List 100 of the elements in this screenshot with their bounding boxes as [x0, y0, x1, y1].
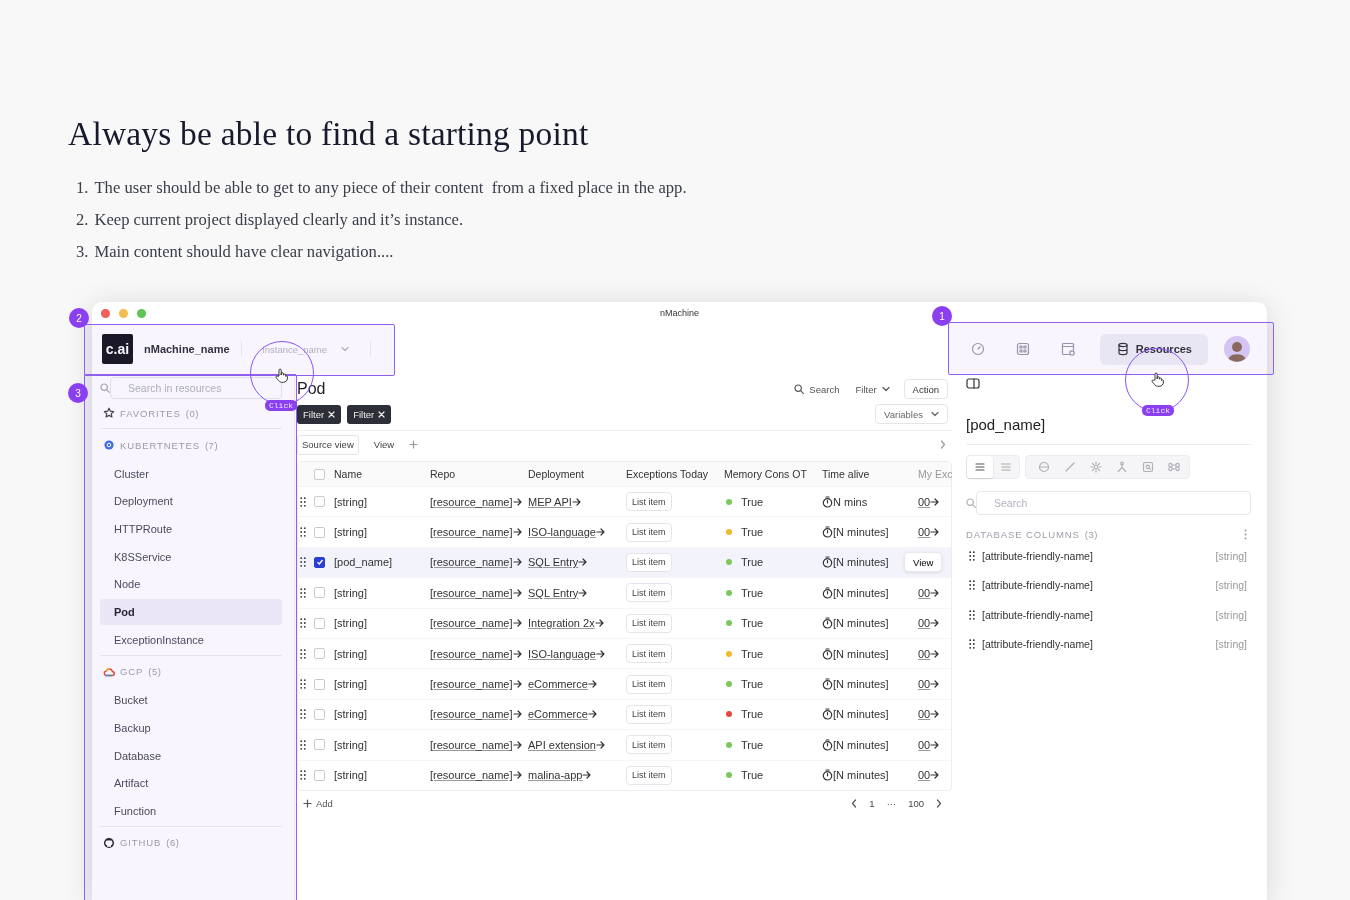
more-vertical-icon[interactable] — [1244, 528, 1247, 540]
minus-circle-icon[interactable] — [1038, 461, 1050, 473]
view-tab[interactable]: View — [368, 434, 400, 455]
sidebar-item[interactable]: Node — [100, 571, 282, 598]
gauge-icon — [971, 342, 986, 356]
list-item-button[interactable]: List item — [626, 644, 672, 664]
page-link[interactable]: 1 — [869, 798, 875, 810]
filter-dropdown[interactable]: Filter — [853, 383, 892, 395]
repo-link[interactable]: [resource_name] — [430, 708, 513, 721]
deployment-link[interactable]: eCommerce — [528, 678, 588, 691]
branch-icon[interactable] — [1116, 461, 1128, 473]
list-item-button[interactable]: List item — [626, 735, 672, 755]
deployment-link[interactable]: Integration 2x — [528, 617, 595, 630]
count-link[interactable]: 00 — [918, 586, 931, 599]
time-text: [N minutes] — [833, 647, 889, 660]
chevron-right-icon[interactable] — [936, 799, 942, 809]
repo-link[interactable]: [resource_name] — [430, 738, 513, 751]
repo-link[interactable]: [resource_name] — [430, 526, 513, 539]
list-item-button[interactable]: List item — [626, 704, 672, 724]
plus-icon[interactable] — [409, 440, 419, 449]
repo-link[interactable]: [resource_name] — [430, 647, 513, 660]
sidebar-item[interactable]: Function — [100, 797, 282, 824]
repo-link[interactable]: [resource_name] — [430, 617, 513, 630]
table-row[interactable]: [pod_name] [resource_name] SQL Entry List item True [N minutes] View — [298, 547, 951, 579]
view-button[interactable]: View — [904, 552, 943, 573]
deployment-link[interactable]: ISO-language — [528, 526, 596, 539]
table-row[interactable]: [string] [resource_name] eCommerce List item True [N minutes] 00 — [298, 669, 951, 700]
sidebar-item[interactable]: Backup — [100, 714, 282, 741]
repo-link[interactable]: [resource_name] — [430, 556, 513, 569]
sidebar-item[interactable]: Artifact — [100, 770, 282, 797]
chevron-left-icon[interactable] — [851, 799, 858, 809]
panel-toggle-icon[interactable] — [966, 378, 980, 389]
count-link[interactable]: 00 — [918, 617, 931, 630]
sidebar-item[interactable]: Bucket — [100, 687, 282, 714]
view-tab[interactable]: Source view — [297, 434, 359, 455]
stopwatch-icon — [822, 526, 833, 539]
sidebar-item[interactable]: Database — [100, 742, 282, 769]
count-link[interactable]: 00 — [918, 526, 931, 539]
table-row[interactable]: [string] [resource_name] API extension List item True [N minutes] 00 — [298, 730, 951, 761]
list-item-button[interactable]: List item — [626, 674, 672, 694]
table-row[interactable]: [string] [resource_name] malina-app List item True [N minutes] 00 — [298, 760, 951, 790]
arrow-right-icon — [512, 497, 522, 506]
sidebar-item[interactable]: Deployment — [100, 488, 282, 515]
action-button[interactable]: Action — [903, 379, 948, 399]
filter-chip[interactable]: Filter — [347, 404, 392, 424]
repo-link[interactable]: [resource_name] — [430, 769, 513, 782]
resources-tab[interactable]: Resources — [1099, 333, 1208, 365]
table-row[interactable]: [string] [resource_name] Integration 2x List item True [N minutes] 00 — [298, 608, 951, 639]
table-row[interactable]: [string] [resource_name] ISO-language List item True [N minutes] 00 — [298, 517, 951, 548]
deployment-link[interactable]: malina-app — [528, 769, 583, 782]
table-row[interactable]: [string] [resource_name] MEP API List item True N mins 00 — [298, 487, 951, 518]
list-item-button[interactable]: List item — [626, 552, 672, 572]
list-item-button[interactable]: List item — [626, 765, 672, 785]
gear-icon[interactable] — [1090, 461, 1102, 473]
filter-chip[interactable]: Filter — [297, 404, 342, 424]
cloud-icon — [103, 665, 115, 678]
sidebar-item[interactable]: K8SService — [100, 543, 282, 570]
table-row[interactable]: [string] [resource_name] ISO-language List item True [N minutes] 00 — [298, 638, 951, 670]
list-item-button[interactable]: List item — [626, 583, 672, 603]
page-link[interactable]: 100 — [908, 798, 924, 810]
deployment-link[interactable]: MEP API — [528, 495, 572, 508]
deployment-link[interactable]: SQL Entry — [528, 556, 579, 569]
arrow-right-icon — [582, 771, 592, 780]
drag-handle-icon — [969, 639, 975, 650]
command-icon[interactable] — [1168, 461, 1180, 473]
sidebar-item[interactable]: HTTPRoute — [100, 516, 282, 543]
page-link[interactable]: ··· — [886, 798, 897, 810]
count-link[interactable]: 00 — [918, 495, 931, 508]
sidebar-item[interactable]: Pod — [100, 599, 282, 626]
repo-link[interactable]: [resource_name] — [430, 678, 513, 691]
image-search-icon[interactable] — [1142, 461, 1154, 473]
column-header: Memory Cons OT — [723, 468, 808, 480]
deployment-link[interactable]: SQL Entry — [528, 586, 579, 599]
deployment-link[interactable]: API extension — [528, 738, 596, 751]
table-cell-text: [string] — [333, 678, 368, 691]
deployment-link[interactable]: ISO-language — [528, 647, 596, 660]
deployment-link[interactable]: eCommerce — [528, 708, 588, 721]
checkbox[interactable] — [314, 556, 325, 568]
sidebar-item[interactable]: Cluster — [100, 460, 282, 487]
table-row[interactable]: [string] [resource_name] eCommerce List item True [N minutes] 00 — [298, 699, 951, 731]
count-link[interactable]: 00 — [918, 678, 931, 691]
search-field[interactable]: Search — [976, 491, 1251, 515]
sidebar-item[interactable]: ExceptionInstance — [100, 626, 282, 653]
variables-dropdown[interactable]: Variables — [875, 404, 948, 424]
add-button[interactable]: Add — [303, 798, 333, 810]
count-link[interactable]: 00 — [918, 738, 931, 751]
search-field[interactable]: Search in resources — [110, 377, 282, 399]
table-row[interactable]: [string] [resource_name] SQL Entry List item True [N minutes] 00 — [298, 578, 951, 609]
count-link[interactable]: 00 — [918, 647, 931, 660]
list-view-button[interactable] — [967, 456, 993, 478]
list-item-button[interactable]: List item — [626, 613, 672, 633]
repo-link[interactable]: [resource_name] — [430, 586, 513, 599]
repo-link[interactable]: [resource_name] — [430, 495, 513, 508]
count-link[interactable]: 00 — [918, 769, 931, 782]
search-button[interactable]: Search — [792, 383, 842, 395]
drag-handle-icon — [300, 527, 306, 538]
slash-icon[interactable] — [1064, 461, 1076, 473]
list-item-button[interactable]: List item — [626, 492, 672, 512]
list-item-button[interactable]: List item — [626, 522, 672, 542]
count-link[interactable]: 00 — [918, 708, 931, 721]
